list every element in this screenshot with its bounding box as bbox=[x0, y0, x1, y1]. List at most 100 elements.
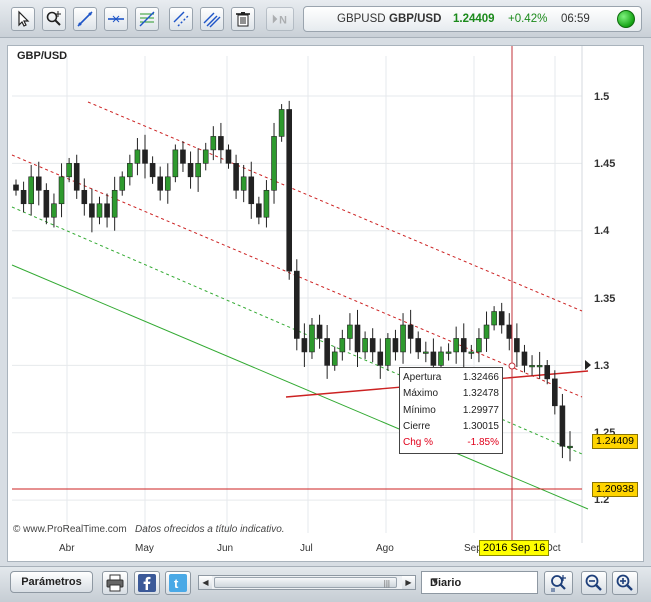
facebook-icon bbox=[138, 574, 156, 592]
candle bbox=[438, 351, 444, 366]
candle bbox=[286, 109, 293, 272]
market-status-icon bbox=[617, 10, 635, 28]
candle bbox=[339, 338, 346, 353]
delete-drawings-button[interactable] bbox=[231, 7, 255, 31]
x-tick-label: Ago bbox=[376, 543, 394, 554]
candle bbox=[324, 338, 330, 366]
normalize-button[interactable]: N bbox=[266, 7, 294, 31]
candle bbox=[66, 163, 72, 178]
candle bbox=[58, 176, 65, 205]
x-tick-label: May bbox=[135, 543, 154, 554]
cursor-date-tag: 2016 Sep 16 bbox=[479, 540, 550, 556]
ohlc-tooltip: Apertura 1.32466 Máximo 1.32478 Mínimo 1.29… bbox=[399, 367, 503, 454]
horizontal-line-button[interactable] bbox=[104, 7, 128, 31]
copyright-note: © www.ProRealTime.com Datos ofrecidos a … bbox=[13, 524, 285, 535]
candle bbox=[43, 189, 50, 218]
candle bbox=[529, 365, 535, 368]
candle bbox=[430, 351, 437, 366]
candle bbox=[559, 405, 566, 447]
candle bbox=[453, 338, 459, 353]
candle bbox=[468, 351, 475, 354]
candle bbox=[331, 351, 338, 366]
fibonacci-button[interactable] bbox=[135, 7, 159, 31]
scroll-thumb[interactable]: ||| bbox=[214, 577, 397, 588]
channel-button[interactable] bbox=[169, 7, 193, 31]
period-select[interactable]: Diario ▼ bbox=[421, 571, 538, 594]
candle bbox=[309, 324, 315, 353]
candle bbox=[111, 189, 118, 218]
candle bbox=[149, 163, 156, 178]
candle bbox=[271, 136, 277, 191]
quote-time: 06:59 bbox=[561, 13, 590, 25]
disclaimer-text: Datos ofrecidos a título indicativo. bbox=[135, 524, 285, 535]
candle bbox=[164, 176, 171, 191]
x-tick-label: Jul bbox=[300, 543, 313, 554]
candle bbox=[225, 149, 232, 164]
candle bbox=[35, 176, 42, 191]
candle bbox=[369, 338, 376, 353]
candle bbox=[385, 338, 391, 366]
candle bbox=[415, 338, 422, 353]
candle bbox=[218, 136, 224, 151]
candle bbox=[202, 149, 209, 164]
candle bbox=[354, 324, 361, 353]
scroll-left-icon[interactable]: ◀ bbox=[199, 576, 212, 589]
candle bbox=[400, 324, 406, 353]
candle bbox=[347, 324, 353, 339]
candle bbox=[567, 445, 573, 449]
candle bbox=[127, 163, 133, 178]
print-button[interactable] bbox=[102, 571, 128, 595]
zoom-crosshair-button[interactable] bbox=[42, 7, 66, 31]
svg-text:t: t bbox=[174, 576, 179, 591]
candle bbox=[544, 365, 551, 380]
candle bbox=[195, 163, 201, 178]
quote-symbol: GBPUSD bbox=[337, 13, 386, 25]
candle bbox=[89, 203, 95, 218]
auto-zoom-button[interactable] bbox=[544, 571, 573, 595]
crosshair-point bbox=[508, 362, 516, 370]
candle bbox=[172, 149, 179, 178]
candle bbox=[256, 203, 262, 218]
channel-upper-line bbox=[87, 101, 583, 312]
facebook-button[interactable] bbox=[134, 571, 160, 595]
zoom-out-button[interactable] bbox=[581, 571, 607, 595]
candle bbox=[233, 163, 239, 191]
horizontal-line-icon bbox=[108, 15, 124, 23]
candle bbox=[498, 311, 505, 326]
candle bbox=[552, 378, 558, 407]
hline-price-tag: 1.20938 bbox=[592, 482, 638, 497]
copyright-url: © www.ProRealTime.com bbox=[13, 524, 127, 535]
cursor-tool-button[interactable] bbox=[11, 7, 35, 31]
candle bbox=[157, 176, 163, 191]
cursor-icon bbox=[18, 10, 30, 27]
candle bbox=[362, 338, 368, 353]
candle bbox=[476, 338, 482, 353]
twitter-icon: t bbox=[169, 574, 187, 592]
candle bbox=[301, 338, 308, 353]
parallel-lines-icon bbox=[203, 12, 221, 28]
zoom-in-button[interactable] bbox=[612, 571, 638, 595]
bottom-toolbar: Parámetros t ◀ ||| ▶ Diario ▼ bbox=[0, 566, 651, 602]
top-toolbar: N GBPUSD GBP/USD 1.24409 +0.42% 06:59 bbox=[0, 0, 651, 38]
scroll-right-icon[interactable]: ▶ bbox=[402, 576, 415, 589]
candle bbox=[240, 176, 247, 191]
candle bbox=[104, 203, 110, 218]
candle bbox=[536, 365, 543, 368]
price-chart[interactable] bbox=[8, 46, 643, 561]
trend-line-button[interactable] bbox=[73, 7, 97, 31]
trend-line-icon bbox=[77, 11, 93, 27]
candle bbox=[28, 176, 34, 205]
candle bbox=[514, 338, 520, 353]
candle bbox=[73, 163, 80, 191]
parallel-lines-button[interactable] bbox=[200, 7, 224, 31]
price-pointer-icon bbox=[585, 360, 591, 370]
chart-scrollbar[interactable]: ◀ ||| ▶ bbox=[198, 575, 416, 590]
candle bbox=[483, 324, 490, 339]
y-tick-label: 1.45 bbox=[594, 158, 616, 170]
twitter-button[interactable]: t bbox=[165, 571, 191, 595]
parameters-button[interactable]: Parámetros bbox=[10, 571, 93, 593]
candle bbox=[445, 351, 452, 354]
candle bbox=[20, 189, 27, 205]
chart-panel[interactable]: GBP/USD 1.5 1.45 1.4 1.35 1.3 1.25 1.2 A… bbox=[7, 45, 644, 562]
quote-panel: GBPUSD GBP/USD 1.24409 +0.42% 06:59 bbox=[303, 6, 642, 32]
